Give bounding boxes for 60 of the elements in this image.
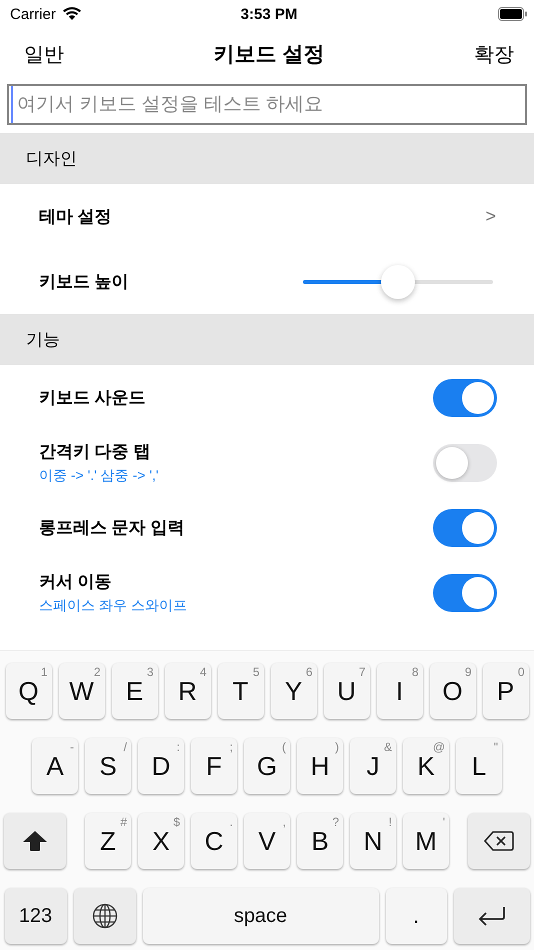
period-key[interactable]: . — [386, 888, 446, 944]
setting-label: 테마 설정 — [39, 206, 112, 228]
status-time: 3:53 PM — [240, 6, 298, 22]
chevron-icon[interactable]: > — [485, 206, 498, 227]
setting-label: 커서 이동 — [39, 571, 113, 593]
letter-key[interactable]: 9 O — [430, 663, 476, 719]
letter-key[interactable]: 3 E — [112, 663, 158, 719]
letter-key[interactable]: $ X — [138, 813, 184, 869]
letter-key[interactable]: & J — [350, 738, 396, 794]
numbers-key[interactable]: 123 — [4, 888, 66, 944]
globe-icon — [92, 903, 118, 929]
extend-button[interactable]: 확장 — [462, 34, 526, 74]
letter-key[interactable]: 6 Y — [270, 663, 316, 719]
letter-key[interactable]: ? B — [297, 813, 343, 869]
delete-key[interactable] — [468, 813, 530, 869]
test-input-field[interactable]: 여기서 키보드 설정을 테스트 하세요 — [7, 84, 527, 125]
letter-key[interactable]: . C — [191, 813, 237, 869]
setting-label: 간격키 다중 탭 — [39, 441, 152, 463]
letter-key[interactable]: 2 W — [58, 663, 104, 719]
letter-key[interactable]: ! N — [350, 813, 396, 869]
letter-key[interactable]: 7 U — [324, 663, 370, 719]
section-header: 디자인 — [0, 133, 534, 184]
letter-key[interactable]: / S — [85, 738, 131, 794]
setting-subtitle: 스페이스 좌우 스와이프 — [39, 597, 187, 615]
letter-key[interactable]: ( G — [244, 738, 290, 794]
letter-key[interactable]: 4 R — [164, 663, 210, 719]
toggle-switch[interactable] — [433, 444, 497, 482]
back-button[interactable]: 일반 — [12, 34, 76, 74]
letter-key[interactable]: 1 Q — [6, 663, 52, 719]
toggle-switch[interactable] — [433, 508, 497, 546]
shift-arrow-icon — [22, 830, 48, 852]
battery-icon — [498, 7, 528, 21]
letter-key[interactable]: ; F — [191, 738, 237, 794]
shift-key[interactable] — [4, 813, 66, 869]
letter-key[interactable]: - A — [32, 738, 78, 794]
section-header: 기능 — [0, 314, 534, 365]
letter-key[interactable]: ' M — [403, 813, 449, 869]
wifi-icon — [62, 7, 82, 21]
letter-key[interactable]: 5 T — [218, 663, 264, 719]
space-key[interactable]: space — [142, 888, 378, 944]
setting-label: 롱프레스 문자 입력 — [39, 517, 184, 539]
letter-key[interactable]: ) H — [297, 738, 343, 794]
letter-key[interactable]: @ K — [403, 738, 449, 794]
carrier-name: Carrier — [10, 6, 56, 22]
setting-subtitle: 이중 -> '.' 삼중 -> ',' — [39, 467, 159, 485]
setting-label: 키보드 높이 — [39, 271, 129, 293]
letter-key[interactable]: : D — [138, 738, 184, 794]
globe-key[interactable] — [74, 888, 136, 944]
return-key[interactable] — [454, 888, 530, 944]
letter-key[interactable]: " L — [456, 738, 502, 794]
letter-key[interactable]: # Z — [85, 813, 131, 869]
letter-key[interactable]: , V — [244, 813, 290, 869]
backspace-icon — [484, 830, 514, 852]
toggle-switch[interactable] — [433, 574, 497, 612]
setting-label: 키보드 사운드 — [39, 387, 146, 409]
letter-key[interactable]: 0 P — [482, 663, 528, 719]
screen-title: 키보드 설정 — [214, 42, 324, 68]
letter-key[interactable]: 8 I — [376, 663, 422, 719]
toggle-switch[interactable] — [433, 378, 497, 416]
return-icon — [476, 905, 506, 927]
